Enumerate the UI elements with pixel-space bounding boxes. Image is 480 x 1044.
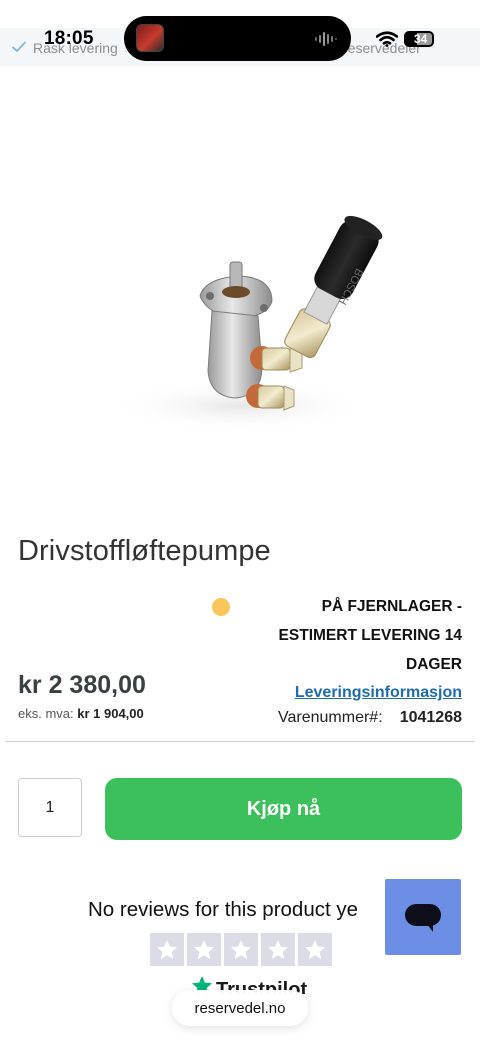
rating-star-3	[224, 933, 258, 966]
wifi-icon	[376, 31, 398, 47]
delivery-info-link[interactable]: Leveringsinformasjon	[295, 684, 462, 702]
sku-value: 1041268	[399, 709, 462, 726]
browser-url-bar[interactable]: reservedel.no	[172, 990, 308, 1026]
status-time: 18:05	[44, 28, 94, 49]
star-icon	[305, 939, 325, 959]
divider	[6, 741, 474, 742]
star-icon	[231, 939, 251, 959]
fuel-pump-illustration: BOSCH	[110, 215, 383, 432]
now-playing-thumbnail	[136, 24, 164, 52]
stock-status-text: PÅ FJERNLAGER - ESTIMERT LEVERING 14 DAG…	[278, 598, 462, 673]
product-title: Drivstoffløftepumpe	[18, 535, 271, 567]
rating-star-1	[150, 933, 184, 966]
no-reviews-text: No reviews for this product ye	[88, 898, 359, 921]
quantity-input[interactable]	[18, 778, 82, 837]
chat-bubble-icon	[405, 904, 441, 932]
price-ex-vat: eks. mva: kr 1 904,00	[18, 706, 144, 721]
star-icon	[268, 939, 288, 959]
audio-wave-icon	[315, 32, 337, 46]
product-price: kr 2 380,00	[18, 671, 146, 699]
rating-star-5	[298, 933, 332, 966]
chat-widget-button[interactable]	[385, 879, 461, 955]
price-ex-vat-label: eks. mva:	[18, 706, 74, 721]
sku-label: Varenummer#:	[278, 709, 383, 726]
product-image[interactable]: BOSCH	[0, 66, 480, 526]
trustpilot-rating-stars	[150, 933, 332, 966]
dynamic-island	[124, 16, 351, 61]
battery-icon: 34	[404, 31, 434, 47]
rating-star-4	[261, 933, 295, 966]
battery-level: 34	[414, 32, 428, 46]
checkmark-icon	[12, 41, 26, 52]
star-icon	[157, 939, 177, 959]
price-ex-vat-value: kr 1 904,00	[77, 706, 144, 721]
star-icon	[194, 939, 214, 959]
stock-status-indicator	[212, 598, 230, 616]
rating-star-2	[187, 933, 221, 966]
buy-now-button[interactable]: Kjøp nå	[105, 778, 462, 840]
